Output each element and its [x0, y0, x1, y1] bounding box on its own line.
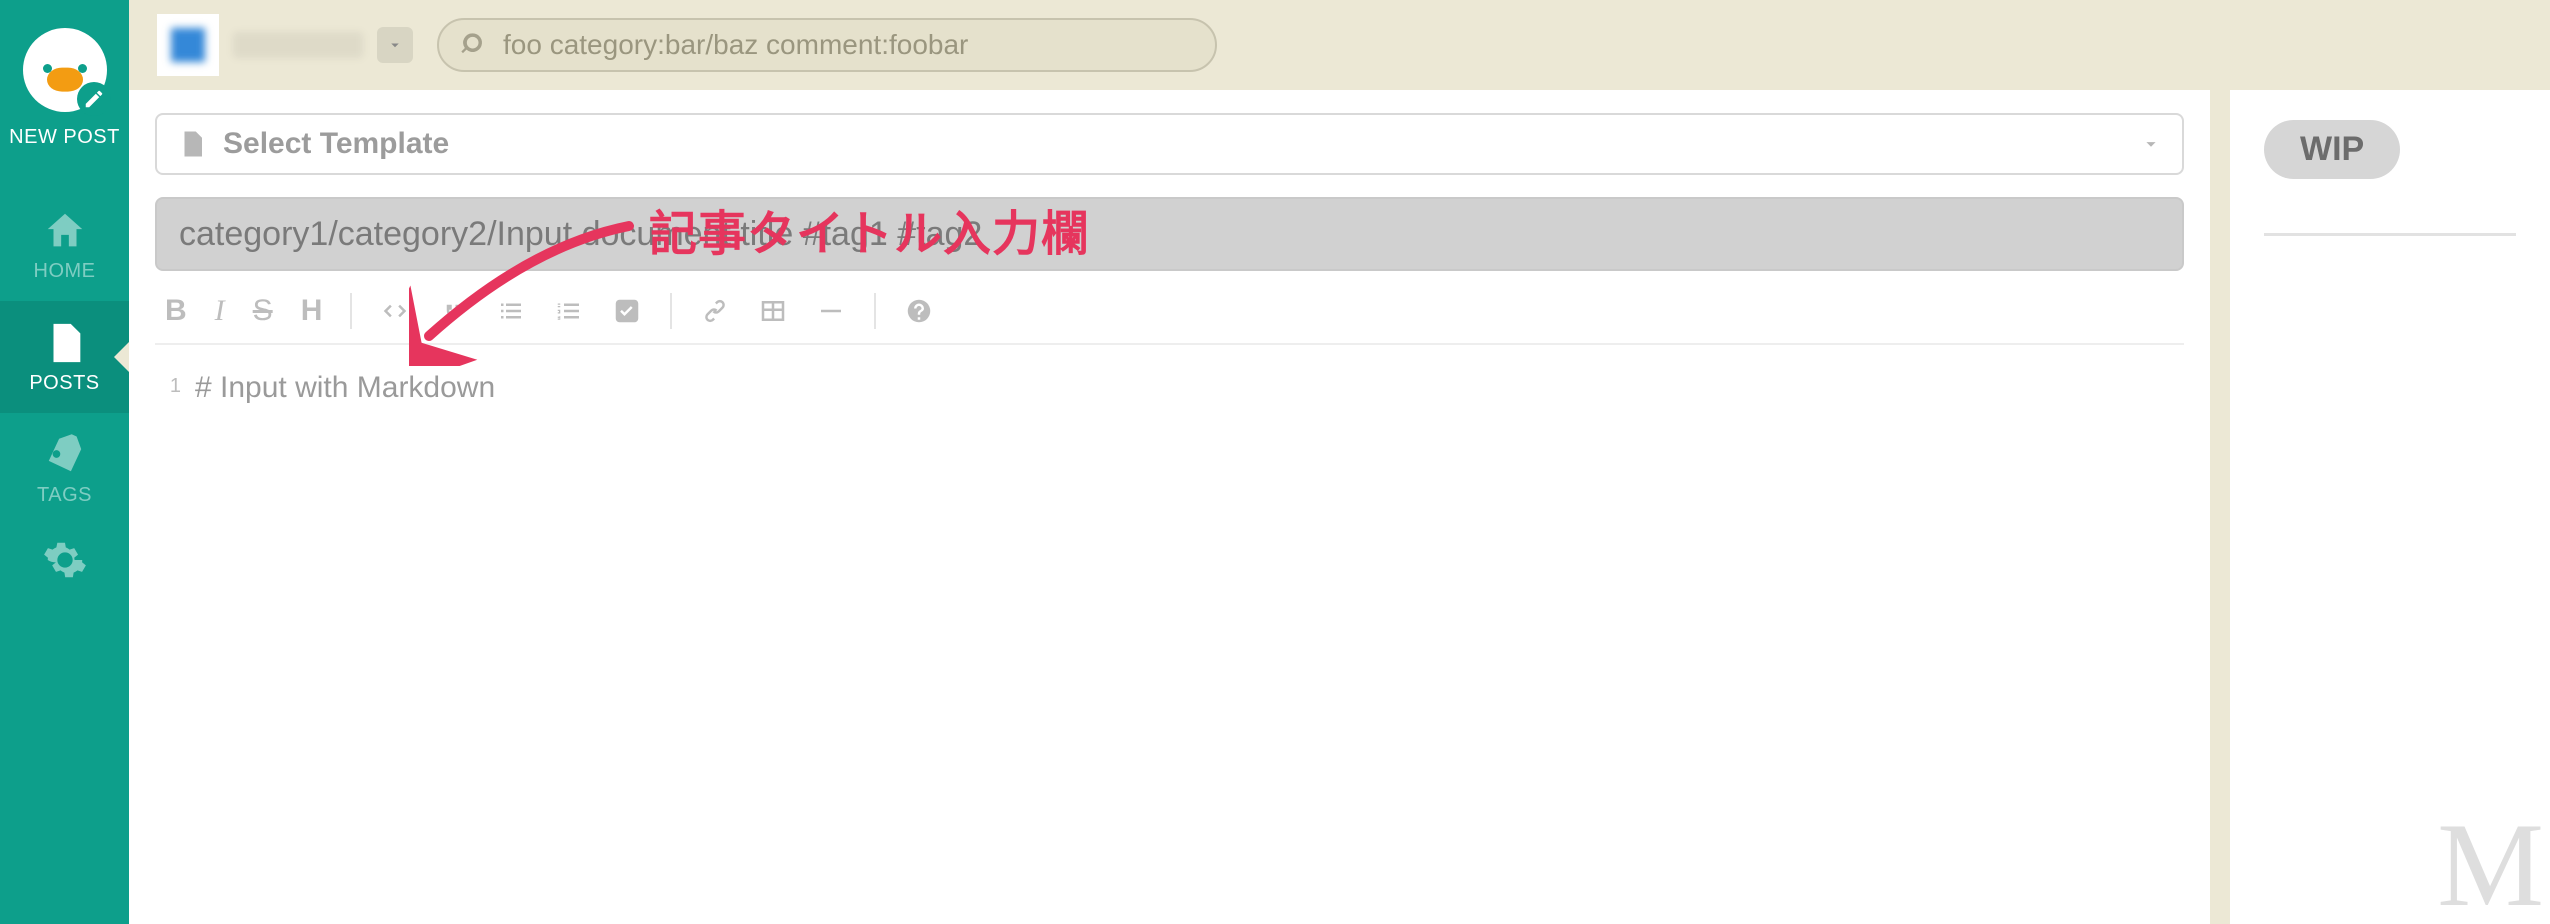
link-icon	[700, 296, 730, 326]
content: Select Template B I S H	[129, 90, 2550, 924]
sidebar: NEW POST HOME POSTS TAGS	[0, 0, 129, 924]
italic-button[interactable]: I	[215, 294, 225, 328]
editor-toolbar: B I S H	[155, 283, 2184, 343]
quote-icon	[438, 296, 468, 326]
template-select[interactable]: Select Template	[155, 113, 2184, 175]
document-icon	[42, 320, 88, 366]
editor-body[interactable]: 1 # Input with Markdown	[155, 343, 2184, 924]
title-input[interactable]	[155, 197, 2184, 271]
code-button[interactable]	[380, 296, 410, 326]
caret-down-icon	[386, 36, 404, 54]
check-square-icon	[612, 296, 642, 326]
pencil-icon	[77, 82, 111, 116]
preview-pane: WIP M	[2230, 90, 2550, 924]
sidebar-item-posts[interactable]: POSTS	[0, 301, 129, 413]
check-button[interactable]	[612, 296, 642, 326]
team-switcher[interactable]	[157, 14, 413, 76]
quote-button[interactable]	[438, 296, 468, 326]
table-icon	[758, 296, 788, 326]
ul-button[interactable]	[496, 296, 526, 326]
code-icon	[380, 296, 410, 326]
preview-placeholder-letter: M	[2437, 796, 2544, 924]
sidebar-item-home[interactable]: HOME	[0, 189, 129, 301]
topbar	[129, 0, 2550, 90]
link-button[interactable]	[700, 296, 730, 326]
caret-down-icon	[2140, 133, 2162, 155]
team-caret[interactable]	[377, 27, 413, 63]
ol-button[interactable]	[554, 296, 584, 326]
team-name-blurred	[233, 32, 363, 58]
preview-divider	[2264, 233, 2516, 236]
home-icon	[42, 208, 88, 254]
search-box[interactable]	[437, 18, 1217, 72]
search-icon	[461, 31, 489, 59]
gear-icon	[42, 537, 88, 583]
heading-button[interactable]: H	[301, 294, 323, 328]
strike-button[interactable]: S	[253, 294, 273, 328]
editor-pane: Select Template B I S H	[129, 90, 2210, 924]
list-ol-icon	[554, 296, 584, 326]
new-post-button[interactable]	[23, 28, 107, 112]
sidebar-item-tags[interactable]: TAGS	[0, 413, 129, 525]
help-icon	[904, 296, 934, 326]
sidebar-item-label: POSTS	[29, 372, 99, 395]
bold-button[interactable]: B	[165, 294, 187, 328]
help-button[interactable]	[904, 296, 934, 326]
main: Select Template B I S H	[129, 0, 2550, 924]
new-post-label: NEW POST	[9, 126, 120, 149]
template-doc-icon	[177, 129, 207, 159]
tags-icon	[42, 432, 88, 478]
hr-button[interactable]	[816, 296, 846, 326]
nav: HOME POSTS TAGS	[0, 189, 129, 595]
editor-content[interactable]: # Input with Markdown	[195, 371, 2184, 924]
team-icon	[157, 14, 219, 76]
line-number: 1	[155, 371, 181, 924]
template-select-label: Select Template	[223, 127, 449, 161]
sidebar-item-label: TAGS	[37, 484, 92, 507]
sidebar-item-label: HOME	[34, 260, 96, 283]
minus-icon	[816, 296, 846, 326]
search-input[interactable]	[503, 29, 1193, 61]
list-ul-icon	[496, 296, 526, 326]
wip-badge: WIP	[2264, 120, 2400, 179]
sidebar-item-settings[interactable]	[0, 525, 129, 595]
table-button[interactable]	[758, 296, 788, 326]
